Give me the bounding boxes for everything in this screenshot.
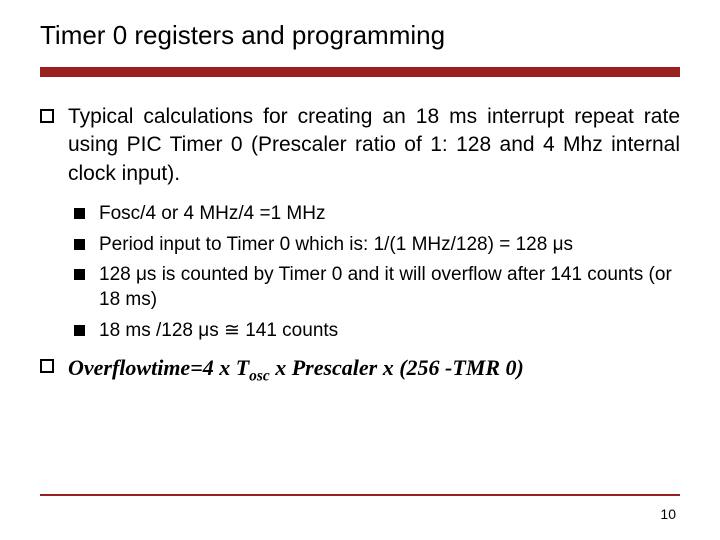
sub-bullet-2: 128 μs is counted by Timer 0 and it will… — [74, 263, 680, 312]
formula-tail: x Prescaler x (256 -TMR 0) — [270, 355, 524, 380]
sub-bullet-1: Period input to Timer 0 which is: 1/(1 M… — [74, 233, 680, 258]
square-solid-icon — [74, 239, 85, 250]
square-solid-icon — [74, 325, 85, 336]
sub-bullet-0: Fosc/4 or 4 MHz/4 =1 MHz — [74, 202, 680, 227]
sub-bullet-text: Period input to Timer 0 which is: 1/(1 M… — [99, 233, 573, 258]
formula-bullet: Overflowtime=4 x Tosc x Prescaler x (256… — [40, 353, 680, 387]
slide-container: Timer 0 registers and programming Typica… — [0, 0, 720, 540]
square-outline-icon — [40, 109, 54, 123]
sub-list: Fosc/4 or 4 MHz/4 =1 MHz Period input to… — [74, 202, 680, 343]
square-solid-icon — [74, 208, 85, 219]
footer-rule — [40, 494, 680, 496]
title-rule — [40, 67, 680, 77]
page-number: 10 — [660, 506, 676, 522]
page-title: Timer 0 registers and programming — [40, 20, 680, 51]
main-bullet-0: Typical calculations for creating an 18 … — [40, 103, 680, 188]
formula-list: Overflowtime=4 x Tosc x Prescaler x (256… — [40, 353, 680, 387]
sub-bullet-text: 18 ms /128 μs ≅ 141 counts — [99, 319, 338, 344]
formula-subscript: osc — [249, 368, 270, 385]
sub-bullet-text: Fosc/4 or 4 MHz/4 =1 MHz — [99, 202, 325, 227]
main-list: Typical calculations for creating an 18 … — [40, 103, 680, 188]
square-solid-icon — [74, 269, 85, 280]
sub-bullet-text: 128 μs is counted by Timer 0 and it will… — [99, 263, 680, 312]
formula-text: Overflowtime=4 x Tosc x Prescaler x (256… — [68, 353, 524, 387]
formula-lead: Overflowtime=4 x T — [68, 355, 249, 380]
square-outline-icon — [40, 359, 54, 373]
main-bullet-text: Typical calculations for creating an 18 … — [68, 103, 680, 188]
sub-bullet-3: 18 ms /128 μs ≅ 141 counts — [74, 319, 680, 344]
